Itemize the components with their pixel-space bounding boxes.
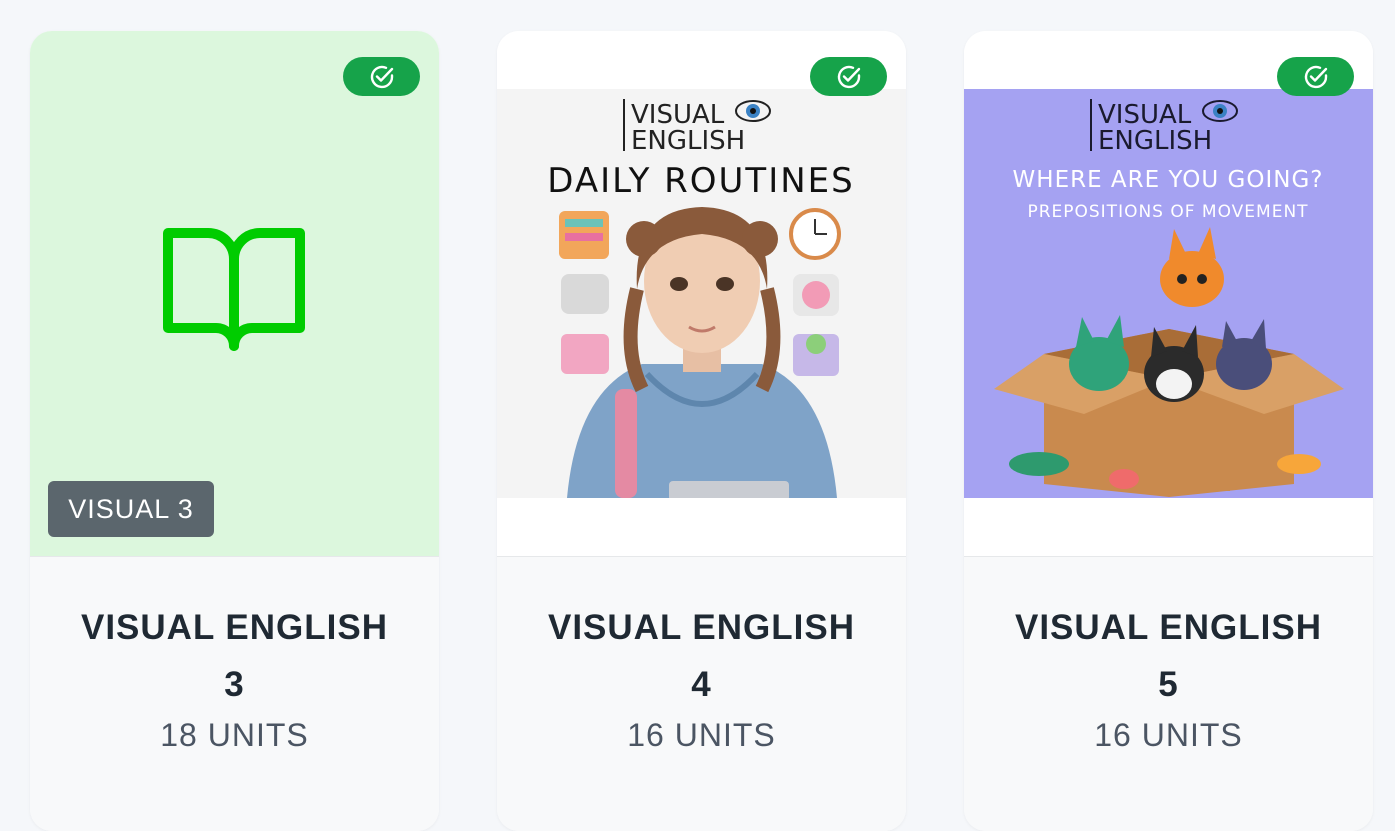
- course-title[interactable]: VISUAL ENGLISH 5: [964, 557, 1373, 713]
- completed-badge: [343, 57, 420, 96]
- completed-badge: [810, 57, 887, 96]
- course-title[interactable]: VISUAL ENGLISH 4: [497, 557, 906, 713]
- course-info: VISUAL ENGLISH 4 16 UNITS: [497, 556, 906, 831]
- completed-badge: [1277, 57, 1354, 96]
- cover-brand-line2: ENGLISH: [1098, 126, 1212, 156]
- check-circle-icon: [370, 65, 393, 88]
- course-title-line1: VISUAL ENGLISH: [1014, 608, 1322, 647]
- course-title[interactable]: VISUAL ENGLISH 3: [30, 557, 439, 713]
- cover-heading: WHERE ARE YOU GOING?: [1013, 167, 1324, 193]
- cover-heading: DAILY ROUTINES: [547, 161, 854, 201]
- course-media: VISUAL 3: [30, 31, 439, 556]
- check-circle-icon: [837, 65, 860, 88]
- illustration: [559, 207, 841, 498]
- course-cover-image: VISUAL ENGLISH DAILY ROUTINES: [497, 89, 906, 498]
- course-card[interactable]: VISUAL ENGLISH WHERE ARE YOU GOING? PREP…: [964, 31, 1373, 831]
- course-title-line2: 3: [224, 665, 245, 704]
- level-badge: VISUAL 3: [48, 481, 214, 537]
- book-open-icon: [163, 228, 305, 351]
- course-media: VISUAL ENGLISH WHERE ARE YOU GOING? PREP…: [964, 31, 1373, 556]
- course-info: VISUAL ENGLISH 5 16 UNITS: [964, 556, 1373, 831]
- cover-brand-line2: ENGLISH: [631, 126, 745, 156]
- course-card[interactable]: VISUAL 3 VISUAL ENGLISH 3 18 UNITS: [30, 31, 439, 831]
- course-units: 16 UNITS: [1094, 717, 1243, 753]
- course-cover-image: VISUAL ENGLISH WHERE ARE YOU GOING? PREP…: [964, 89, 1373, 498]
- course-title-line2: 5: [1158, 665, 1179, 704]
- check-circle-icon: [1304, 65, 1327, 88]
- course-units: 16 UNITS: [627, 717, 776, 753]
- course-units: 18 UNITS: [160, 717, 309, 753]
- course-card[interactable]: VISUAL ENGLISH DAILY ROUTINES VISUAL ENG…: [497, 31, 906, 831]
- course-title-line1: VISUAL ENGLISH: [80, 608, 388, 647]
- course-title-line2: 4: [691, 665, 712, 704]
- course-title-line1: VISUAL ENGLISH: [547, 608, 855, 647]
- course-grid: VISUAL 3 VISUAL ENGLISH 3 18 UNITS VISUA…: [0, 0, 1395, 831]
- course-media: VISUAL ENGLISH DAILY ROUTINES: [497, 31, 906, 556]
- cover-subheading: PREPOSITIONS OF MOVEMENT: [1027, 202, 1308, 222]
- course-info: VISUAL ENGLISH 3 18 UNITS: [30, 556, 439, 831]
